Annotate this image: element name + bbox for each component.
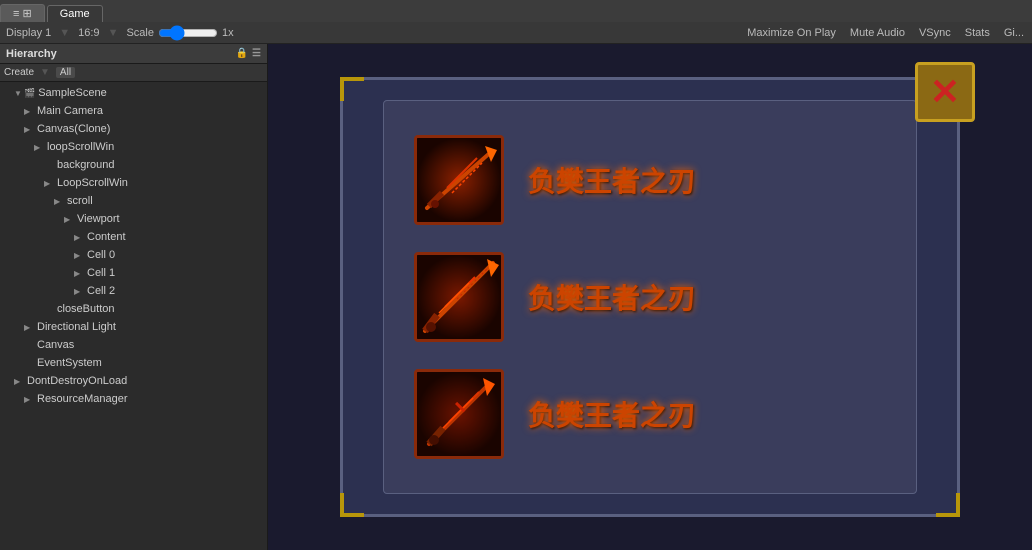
hierarchy-canvas-clone[interactable]: ▶ Canvas(Clone) — [0, 120, 267, 138]
hierarchy-scroll[interactable]: ▶ scroll — [0, 192, 267, 210]
event-system-label: EventSystem — [37, 357, 102, 369]
game-view: ✕ — [268, 44, 1032, 550]
hierarchy-content[interactable]: ▶ Content — [0, 228, 267, 246]
camera-label: Main Camera — [37, 105, 103, 117]
hierarchy-header-icons: 🔒 ☰ — [236, 48, 261, 59]
canvas-clone-label: Canvas(Clone) — [37, 123, 110, 135]
scene-arrow: ▼ — [14, 89, 24, 98]
game-toolbar: Display 1 ▼ 16:9 ▼ Scale 1x Maximize On … — [0, 22, 1032, 44]
gizmos-btn[interactable]: Gi... — [1002, 27, 1026, 39]
sep1: ▼ — [59, 27, 70, 39]
hierarchy-panel: Hierarchy 🔒 ☰ Create ▼ All ▼ 🎬 SampleSce… — [0, 44, 268, 550]
close-x-icon: ✕ — [930, 74, 960, 110]
scale-slider[interactable] — [158, 25, 218, 41]
resource-manager-label: ResourceManager — [37, 393, 128, 405]
hierarchy-viewport[interactable]: ▶ Viewport — [0, 210, 267, 228]
hierarchy-resource-manager[interactable]: ▶ ResourceManager — [0, 390, 267, 408]
list-item-1[interactable]: 负樊王者之刃 — [414, 252, 886, 342]
toolbar-right: Maximize On Play Mute Audio VSync Stats … — [745, 27, 1026, 39]
hierarchy-canvas[interactable]: Canvas — [0, 336, 267, 354]
hierarchy-event-system[interactable]: EventSystem — [0, 354, 267, 372]
content-label: Content — [87, 231, 126, 243]
hierarchy-directional-light[interactable]: ▶ Directional Light — [0, 318, 267, 336]
display-label: Display 1 — [6, 27, 51, 39]
dont-destroy-label: DontDestroyOnLoad — [27, 375, 127, 387]
hierarchy-header-left: Hierarchy — [6, 48, 57, 60]
hierarchy-cell-0[interactable]: ▶ Cell 0 — [0, 246, 267, 264]
tab-game[interactable]: Game — [47, 5, 103, 22]
hierarchy-main-camera[interactable]: ▶ Main Camera — [0, 102, 267, 120]
loop-scroll-win-label: loopScrollWin — [47, 141, 114, 153]
item-label-0: 负樊王者之刃 — [528, 160, 696, 200]
vsync-btn[interactable]: VSync — [917, 27, 953, 39]
aspect-label: 16:9 — [78, 27, 99, 39]
item-label-2: 负樊王者之刃 — [528, 394, 696, 434]
scale-control: Scale 1x — [126, 25, 233, 41]
hierarchy-background[interactable]: background — [0, 156, 267, 174]
lock-icon[interactable]: 🔒 — [236, 48, 248, 59]
cell-1-label: Cell 1 — [87, 267, 115, 279]
scene-icon: 🎬 — [24, 88, 35, 99]
loop-scroll-win2-label: LoopScrollWin — [57, 177, 128, 189]
hierarchy-header: Hierarchy 🔒 ☰ — [0, 44, 267, 64]
hierarchy-tree: ▼ 🎬 SampleScene ▶ Main Camera ▶ Canvas(C… — [0, 82, 267, 550]
close-panel-button[interactable]: ✕ — [915, 62, 975, 122]
close-button-label: closeButton — [57, 303, 114, 315]
game-panel: ✕ — [340, 77, 960, 517]
dir-light-label: Directional Light — [37, 321, 116, 333]
list-item-0[interactable]: 负樊王者之刃 — [414, 135, 886, 225]
hierarchy-loop-scroll-win[interactable]: ▶ loopScrollWin — [0, 138, 267, 156]
hierarchy-dont-destroy[interactable]: ▶ DontDestroyOnLoad — [0, 372, 267, 390]
canvas-label: Canvas — [37, 339, 74, 351]
camera-arrow: ▶ — [24, 107, 34, 116]
main-layout: Hierarchy 🔒 ☰ Create ▼ All ▼ 🎬 SampleSce… — [0, 44, 1032, 550]
hierarchy-cell-2[interactable]: ▶ Cell 2 — [0, 282, 267, 300]
hierarchy-cell-1[interactable]: ▶ Cell 1 — [0, 264, 267, 282]
background-label: background — [57, 159, 115, 171]
corner-bottom-right — [936, 493, 960, 517]
scale-text: Scale — [126, 27, 154, 39]
scale-value: 1x — [222, 27, 234, 39]
item-label-1: 负樊王者之刃 — [528, 277, 696, 317]
weapon-svg-0 — [417, 138, 501, 222]
cell-0-label: Cell 0 — [87, 249, 115, 261]
hierarchy-title: Hierarchy — [6, 48, 57, 60]
hierarchy-toolbar: Create ▼ All — [0, 64, 267, 82]
corner-top-left — [340, 77, 364, 101]
sep2: ▼ — [108, 27, 119, 39]
weapon-svg-2 — [417, 372, 501, 456]
mute-audio-btn[interactable]: Mute Audio — [848, 27, 907, 39]
tab-hierarchy-scene[interactable]: ≡ ⊞ — [0, 4, 45, 22]
scene-root[interactable]: ▼ 🎬 SampleScene — [0, 84, 267, 102]
tab-game-label: Game — [60, 8, 90, 20]
menu-icon[interactable]: ☰ — [252, 48, 261, 59]
item-image-1 — [414, 252, 504, 342]
list-item-2[interactable]: 负樊王者之刃 — [414, 369, 886, 459]
item-image-0 — [414, 135, 504, 225]
stats-btn[interactable]: Stats — [963, 27, 992, 39]
all-button[interactable]: All — [56, 67, 75, 78]
hierarchy-loop-scroll-win2[interactable]: ▶ LoopScrollWin — [0, 174, 267, 192]
maximize-on-play-btn[interactable]: Maximize On Play — [745, 27, 838, 39]
corner-bottom-left — [340, 493, 364, 517]
scroll-label: scroll — [67, 195, 93, 207]
weapon-svg-1 — [417, 255, 501, 339]
scene-name: SampleScene — [38, 87, 107, 99]
tab-hierarchy-label: ≡ ⊞ — [13, 8, 32, 20]
top-tab-bar: ≡ ⊞ Game — [0, 0, 1032, 22]
viewport-label: Viewport — [77, 213, 120, 225]
create-button[interactable]: Create — [4, 67, 34, 78]
scroll-list[interactable]: 负樊王者之刃 — [383, 100, 917, 494]
item-image-2 — [414, 369, 504, 459]
hierarchy-close-button[interactable]: closeButton — [0, 300, 267, 318]
cell-2-label: Cell 2 — [87, 285, 115, 297]
